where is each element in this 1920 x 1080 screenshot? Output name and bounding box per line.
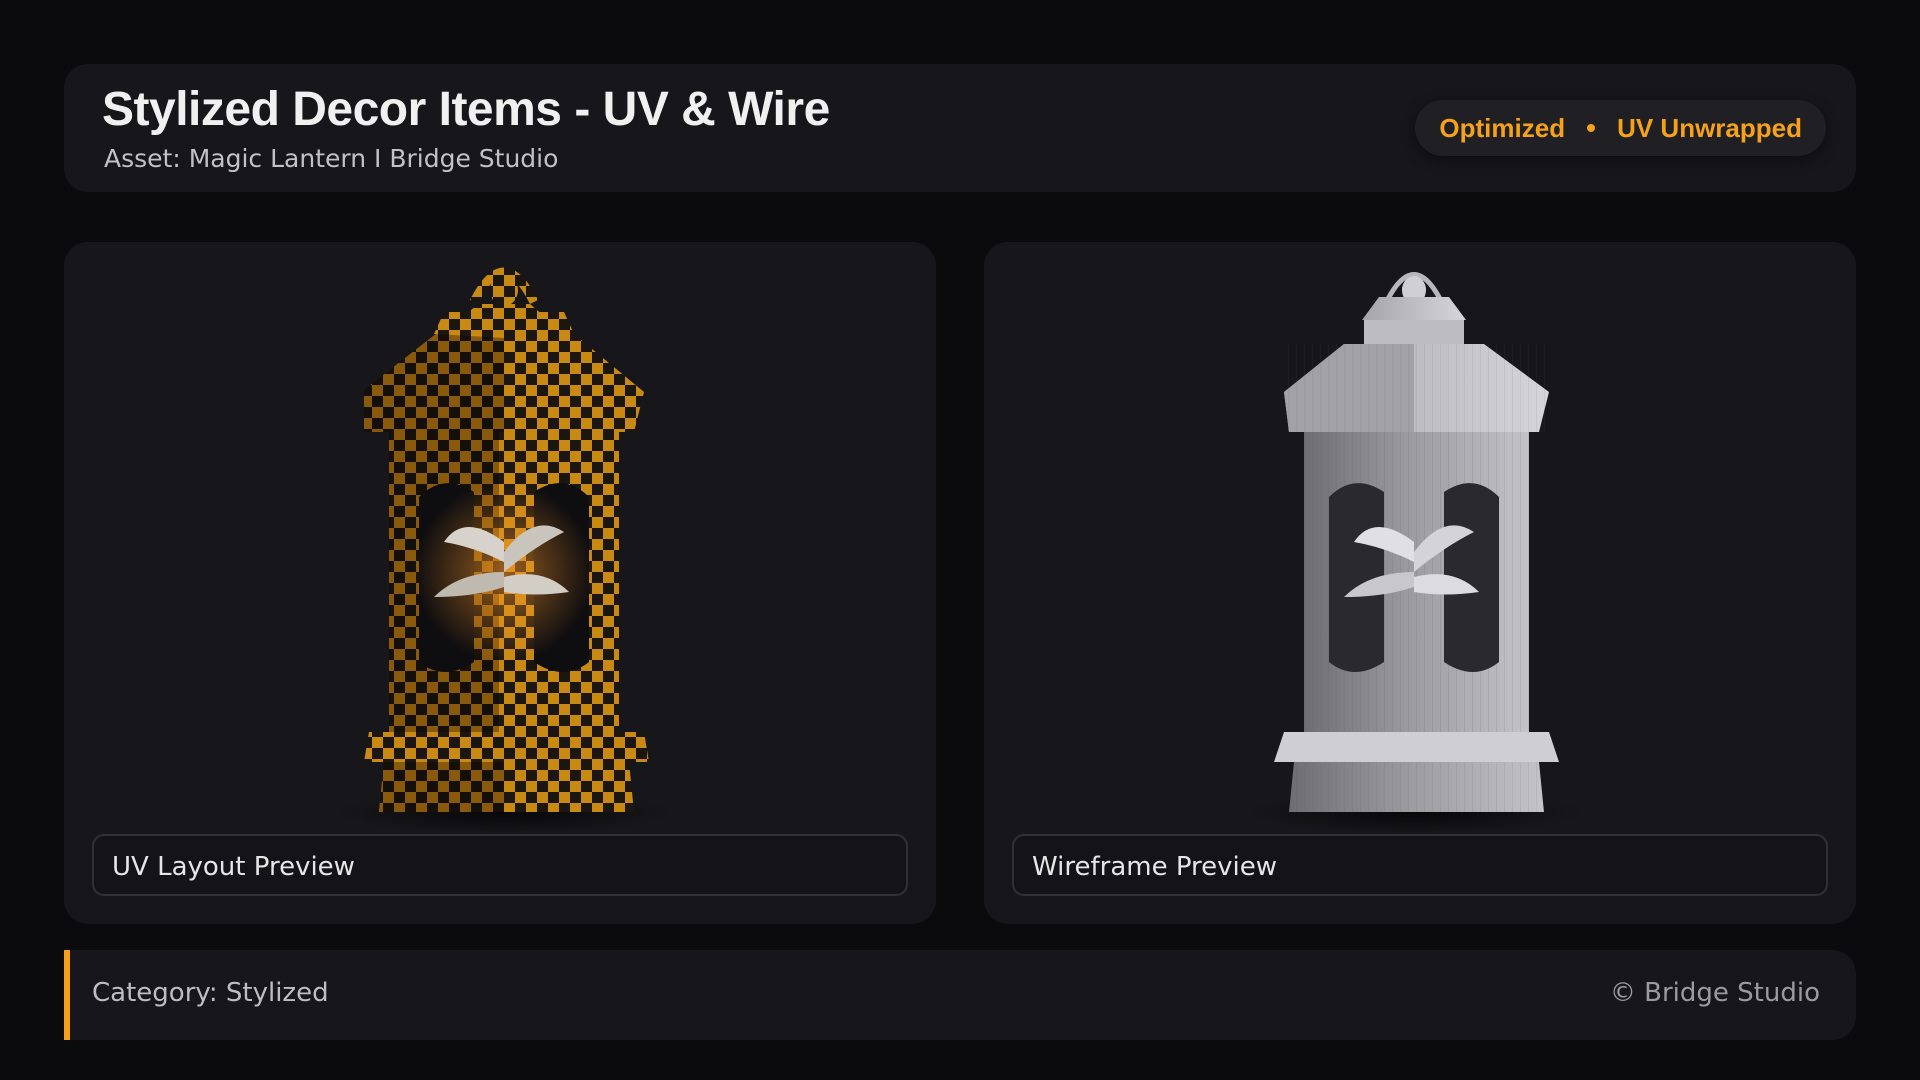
footer-accent-stripe [64,950,70,1040]
header-bar: Stylized Decor Items - UV & Wire Asset: … [64,64,1856,192]
category-label: Category: Stylized [92,978,329,1008]
uv-layout-caption-text: UV Layout Preview [112,852,355,882]
footer-bar: Category: Stylized © Bridge Studio [64,950,1856,1040]
wireframe-caption-text: Wireframe Preview [1032,852,1278,882]
badge-optimized: Optimized [1439,112,1566,143]
page: Stylized Decor Items - UV & Wire Asset: … [0,0,1920,1080]
copyright-label: © Bridge Studio [1609,978,1820,1008]
page-title: Stylized Decor Items - UV & Wire [102,83,830,136]
badge-separator-dot [1587,124,1596,132]
badge-uv-unwrapped: UV Unwrapped [1617,112,1802,143]
uv-lantern-render [64,242,936,832]
wireframe-preview-panel: Wireframe Preview [984,242,1856,924]
wireframe-lantern-render [984,242,1856,832]
asset-subtitle: Asset: Magic Lantern I Bridge Studio [104,144,559,173]
uv-layout-caption: UV Layout Preview [92,834,908,896]
status-badges: Optimized UV Unwrapped [1415,100,1826,156]
wireframe-caption: Wireframe Preview [1012,834,1828,896]
uv-preview-panel: UV Layout Preview [64,242,936,924]
